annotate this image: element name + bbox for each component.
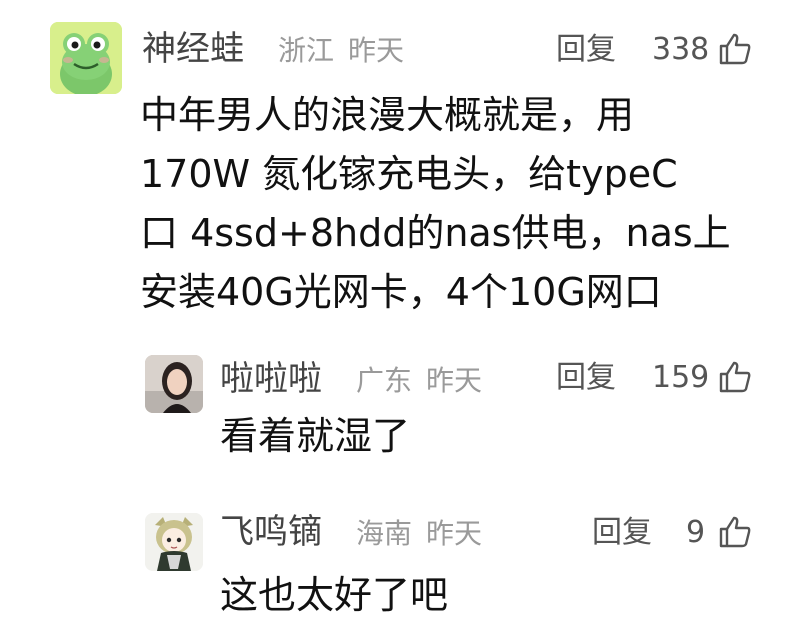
thumbs-up-icon[interactable] <box>718 32 752 66</box>
like-count: 9 <box>686 515 706 550</box>
comment-time: 昨天 <box>426 517 483 550</box>
username[interactable]: 神经蛙 <box>142 32 244 66</box>
like-count: 159 <box>652 360 710 395</box>
user-location: 海南 <box>356 517 413 550</box>
reply-button[interactable]: 回复 <box>592 518 652 548</box>
frog-avatar-icon <box>50 22 122 94</box>
comment-time: 昨天 <box>348 34 405 67</box>
comment-text: 中年男人的浪漫大概就是，用 170W 氮化镓充电头，给typeC 口 4ssd+… <box>140 86 731 322</box>
comment-item: 飞鸣镝 海南 昨天 回复 9 这也太好了吧 <box>0 495 800 642</box>
thumbs-up-icon[interactable] <box>718 360 752 394</box>
user-avatar[interactable] <box>50 22 122 94</box>
like-count: 338 <box>652 32 710 67</box>
comment-item: 神经蛙 浙江 昨天 回复 338 中年男人的浪漫大概就是，用 170W 氮化镓充… <box>0 0 800 330</box>
comment-text-line: 170W 氮化镓充电头，给typeC <box>140 152 678 196</box>
user-avatar[interactable] <box>145 513 203 571</box>
comment-thread: { "comments": [ { "username": "神经蛙", "lo… <box>0 0 800 642</box>
username[interactable]: 啦啦啦 <box>220 362 322 396</box>
anime-character-avatar-icon <box>145 513 203 571</box>
person-photo-avatar-icon <box>145 355 203 413</box>
comment-text-line: 口 4ssd+8hdd的nas供电，nas上 <box>140 211 731 255</box>
comment-text-line: 安装40G光网卡，4个10G网口 <box>140 270 662 314</box>
user-location: 广东 <box>356 364 413 397</box>
comment-item: 啦啦啦 广东 昨天 回复 159 看着就湿了 <box>0 340 800 490</box>
comment-text-line: 中年男人的浪漫大概就是，用 <box>140 93 635 137</box>
reply-button[interactable]: 回复 <box>556 35 616 65</box>
username[interactable]: 飞鸣镝 <box>220 515 322 549</box>
comment-text: 看着就湿了 <box>220 414 411 458</box>
comment-text: 这也太好了吧 <box>220 573 449 617</box>
user-avatar[interactable] <box>145 355 203 413</box>
thumbs-up-icon[interactable] <box>718 515 752 549</box>
user-location: 浙江 <box>278 34 335 67</box>
reply-button[interactable]: 回复 <box>556 363 616 393</box>
comment-time: 昨天 <box>426 364 483 397</box>
